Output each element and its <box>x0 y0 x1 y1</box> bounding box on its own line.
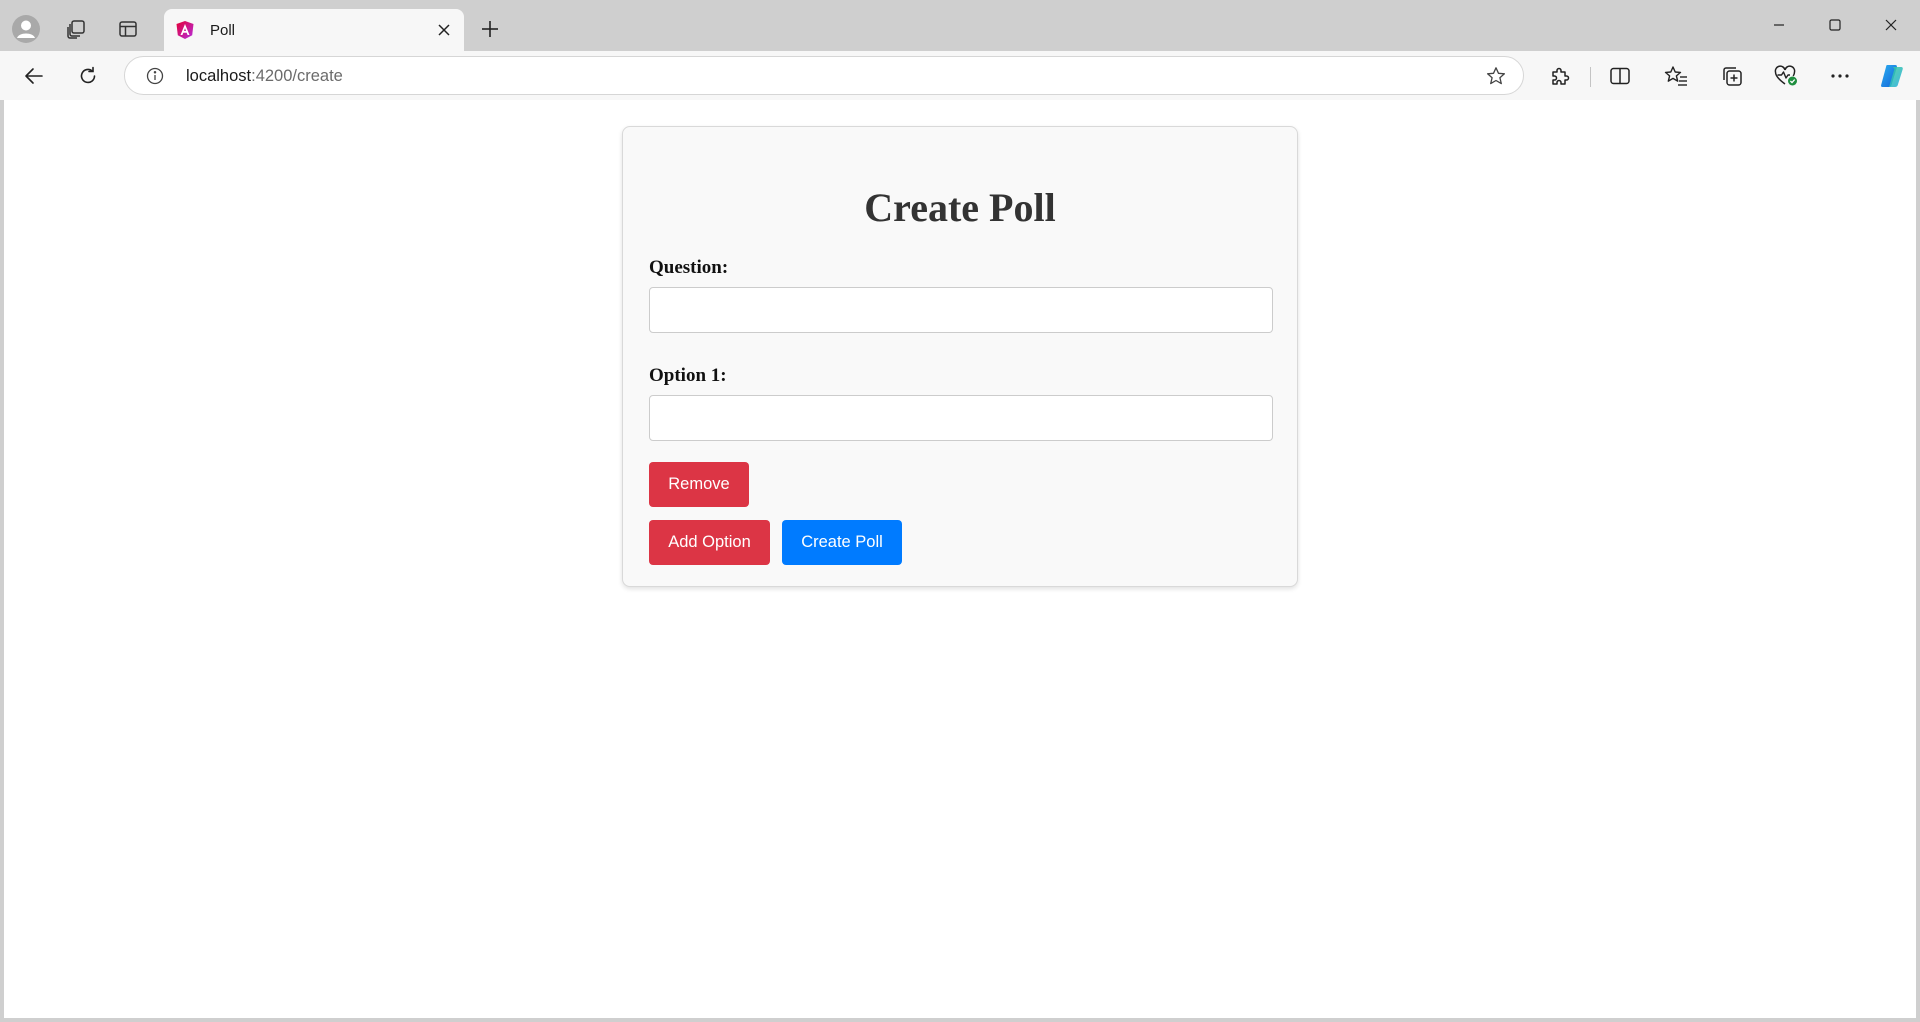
maximize-button[interactable] <box>1812 8 1858 42</box>
address-bar[interactable]: localhost:4200/create <box>124 56 1524 95</box>
angular-logo-icon <box>174 19 196 41</box>
star-icon[interactable] <box>1485 65 1507 87</box>
collections-button[interactable] <box>1714 58 1750 94</box>
close-icon <box>438 24 450 36</box>
back-arrow-icon <box>25 68 43 84</box>
minimize-button[interactable] <box>1756 8 1802 42</box>
tab-title: Poll <box>210 21 236 39</box>
workspaces-button[interactable] <box>58 11 94 47</box>
extensions-button[interactable] <box>1542 58 1578 94</box>
browser-toolbar: localhost:4200/create <box>0 51 1920 100</box>
browser-essentials-button[interactable] <box>1768 58 1804 94</box>
question-input[interactable] <box>649 287 1273 333</box>
page-title: Create Poll <box>864 185 1056 230</box>
split-screen-button[interactable] <box>1602 58 1638 94</box>
url-path: :4200/create <box>251 67 343 85</box>
create-poll-card: Create Poll Question: Option 1: Remove A… <box>622 126 1298 587</box>
back-button[interactable] <box>16 58 52 94</box>
add-option-button[interactable]: Add Option <box>649 520 770 565</box>
collections-icon <box>1723 67 1742 86</box>
toolbar-divider <box>1590 67 1591 87</box>
plus-icon <box>482 21 498 37</box>
info-icon[interactable] <box>145 66 165 86</box>
close-tab-button[interactable] <box>430 16 458 44</box>
copilot-button[interactable] <box>1874 58 1910 94</box>
create-poll-button[interactable]: Create Poll <box>782 520 902 565</box>
close-icon <box>1885 19 1897 31</box>
maximize-icon <box>1829 19 1841 31</box>
question-label: Question: <box>649 257 729 278</box>
profile-button[interactable] <box>8 11 44 47</box>
tab-actions-icon <box>119 21 137 37</box>
page-viewport: Create Poll Question: Option 1: Remove A… <box>4 100 1916 1018</box>
split-screen-icon <box>1610 67 1630 85</box>
new-tab-button[interactable] <box>472 11 508 47</box>
tab-strip: Poll <box>0 0 1920 51</box>
more-dots-icon <box>1831 74 1849 78</box>
url-text: localhost:4200/create <box>186 67 343 86</box>
option-1-input[interactable] <box>649 395 1273 441</box>
tab-actions-button[interactable] <box>110 11 146 47</box>
reload-button[interactable] <box>70 58 106 94</box>
more-options-button[interactable] <box>1822 58 1858 94</box>
active-tab[interactable]: Poll <box>164 9 464 51</box>
favorites-icon <box>1664 66 1687 86</box>
puzzle-icon <box>1552 67 1570 85</box>
workspaces-icon <box>67 20 85 39</box>
heart-pulse-icon <box>1774 65 1797 86</box>
reload-icon <box>80 66 96 84</box>
favorites-button[interactable] <box>1658 58 1694 94</box>
copilot-icon <box>1881 65 1903 87</box>
window-bottom-border <box>0 1018 1920 1022</box>
avatar-icon <box>12 15 40 43</box>
option-1-label: Option 1: <box>649 365 727 386</box>
minimize-icon <box>1774 24 1784 26</box>
window-close-button[interactable] <box>1868 8 1914 42</box>
url-host: localhost <box>186 67 252 85</box>
remove-option-button[interactable]: Remove <box>649 462 749 507</box>
